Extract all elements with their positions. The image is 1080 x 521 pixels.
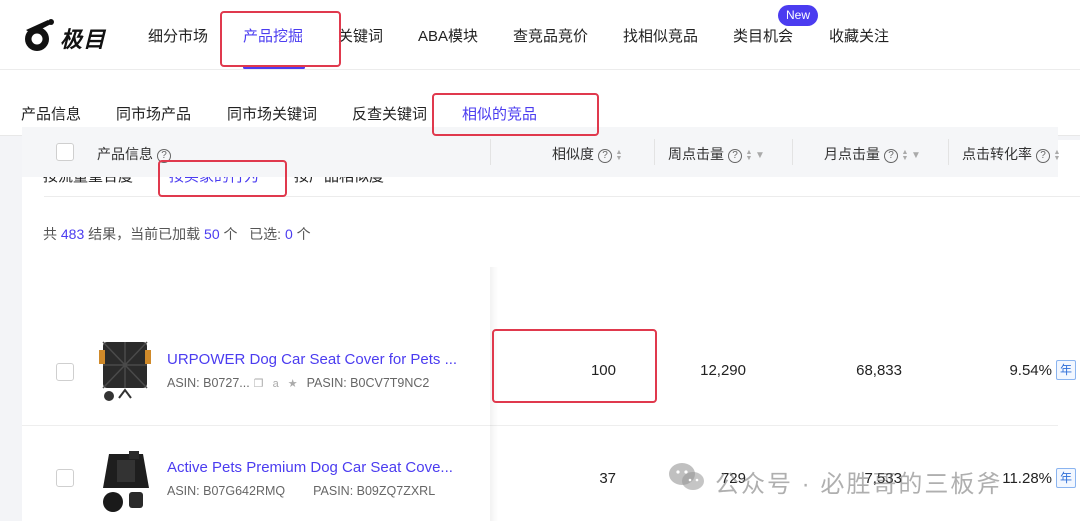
help-icon[interactable]: ? (1036, 149, 1050, 163)
annotation-box-buyer-behavior (158, 160, 287, 197)
row-checkbox[interactable] (56, 363, 74, 381)
product-thumbnail[interactable] (95, 338, 157, 406)
sort-icon[interactable]: ▲ ▼ (1053, 149, 1061, 162)
col-similarity-label: 相似度 (552, 146, 594, 162)
select-all-checkbox[interactable] (56, 143, 74, 161)
summary-prefix: 共 (43, 226, 57, 242)
col-weekly-clicks[interactable]: 周点击量? ▲ ▼ ▼ (668, 144, 765, 164)
total-count: 483 (60, 226, 85, 242)
asin-text: ASIN: B0727... (167, 376, 250, 390)
summary-loaded-label: 结果，当前已加载 (88, 226, 201, 242)
annotation-box-product-mining (220, 11, 341, 67)
annotation-box-similarity (492, 329, 657, 403)
nav-item-category-opportunity[interactable]: 类目机会 (733, 25, 793, 46)
summary-unit: 个 (223, 226, 238, 242)
col-click-conversion-label: 点击转化率 (962, 146, 1032, 162)
column-divider (490, 139, 491, 165)
sort-icon[interactable]: ▲ ▼ (901, 149, 909, 162)
results-summary: 共 483 结果，当前已加载 50 个 已选: 0 个 (43, 224, 311, 244)
column-divider (948, 139, 949, 165)
wechat-icon (669, 463, 704, 490)
product-thumbnail[interactable] (95, 448, 157, 516)
product-meta: ASIN: B0727... ❐ a ★ PASIN: B0CV7T9NC2 (167, 376, 429, 390)
watermark-text: 公众号 · 必胜哥的三板斧 (715, 471, 1003, 498)
annotation-box-similar-competitors (432, 93, 599, 136)
weekly-clicks-value: 12,290 (700, 362, 746, 379)
logo-mark-icon (25, 19, 54, 51)
help-icon[interactable]: ? (598, 149, 612, 163)
watermark: 公众号 · 必胜哥的三板斧 (667, 460, 1000, 498)
conversion-value: 9.54% (1009, 362, 1052, 379)
column-divider (792, 139, 793, 165)
sort-icon[interactable]: ▲ ▼ (745, 149, 753, 162)
loaded-count: 50 (204, 226, 220, 242)
year-badge[interactable]: 年 (1056, 468, 1076, 488)
brand-logo[interactable]: 极目 (20, 14, 112, 56)
selected-unit: 个 (296, 226, 311, 242)
product-title-link[interactable]: Active Pets Premium Dog Car Seat Cove... (167, 459, 453, 476)
filter-icon[interactable]: ▼ (911, 150, 921, 161)
asin-text: ASIN: B07G642RMQ (167, 484, 286, 498)
nav-item-aba-module[interactable]: ABA模块 (418, 25, 478, 46)
nav-item-favorites[interactable]: 收藏关注 (829, 25, 889, 46)
monthly-clicks-value: 68,833 (856, 362, 902, 379)
similarity-value: 37 (599, 470, 616, 487)
subnav-product-info[interactable]: 产品信息 (21, 103, 81, 124)
product-meta: ASIN: B07G642RMQ PASIN: B09ZQ7ZXRL (167, 484, 435, 498)
help-icon[interactable]: ? (884, 149, 898, 163)
help-icon[interactable]: ? (728, 149, 742, 163)
pasin-text: PASIN: B0CV7T9NC2 (306, 376, 430, 390)
selected-count: 0 (284, 226, 293, 242)
nav-item-keywords[interactable]: 关键词 (338, 25, 383, 46)
subnav-reverse-keywords[interactable]: 反查关键词 (352, 103, 427, 124)
col-similarity[interactable]: 相似度? ▲ ▼ (552, 144, 623, 164)
filter-icon[interactable]: ▼ (755, 150, 765, 161)
nav-item-competitor-bids[interactable]: 查竞品竞价 (513, 25, 588, 46)
product-title-link[interactable]: URPOWER Dog Car Seat Cover for Pets ... (167, 351, 457, 368)
sort-icon[interactable]: ▲ ▼ (615, 149, 623, 162)
col-weekly-clicks-label: 周点击量 (668, 146, 724, 162)
nav-item-similar-competitors[interactable]: 找相似竞品 (623, 25, 698, 46)
column-divider (654, 139, 655, 165)
row-checkbox[interactable] (56, 469, 74, 487)
subnav-same-market-keywords[interactable]: 同市场关键词 (227, 103, 317, 124)
selected-label: 已选: (249, 226, 282, 242)
col-monthly-clicks[interactable]: 月点击量? ▲ ▼ ▼ (824, 144, 921, 164)
pasin-text: PASIN: B09ZQ7ZXRL (313, 484, 436, 498)
year-badge[interactable]: 年 (1056, 360, 1076, 380)
brand-name: 极目 (60, 27, 107, 52)
col-click-conversion[interactable]: 点击转化率? ▲ ▼ (962, 144, 1061, 164)
top-navigation: 极目 细分市场 产品挖掘 关键词 ABA模块 查竞品竞价 找相似竞品 类目机会 … (0, 0, 1080, 70)
nav-item-market-segment[interactable]: 细分市场 (148, 25, 208, 46)
col-monthly-clicks-label: 月点击量 (824, 146, 880, 162)
col-product-info-label: 产品信息 (97, 146, 153, 162)
copy-amazon-star-icons[interactable]: ❐ a ★ (254, 377, 301, 390)
subnav-same-market-products[interactable]: 同市场产品 (116, 103, 191, 124)
new-badge: New (778, 5, 819, 26)
